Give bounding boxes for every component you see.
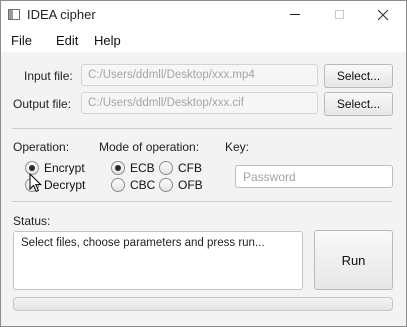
mode-label: Mode of operation: bbox=[99, 140, 200, 154]
menu-edit[interactable]: Edit bbox=[56, 33, 78, 48]
maximize-button[interactable] bbox=[317, 1, 361, 28]
output-file-field[interactable]: C:/Users/ddmll/Desktop/xxx.cif bbox=[81, 92, 318, 114]
title-bar: IDEA cipher bbox=[1, 1, 406, 28]
menu-file[interactable]: File bbox=[11, 33, 32, 48]
radio-ofb[interactable] bbox=[159, 178, 173, 192]
status-label: Status: bbox=[13, 214, 51, 228]
mouse-pointer-icon bbox=[29, 173, 43, 193]
radio-cbc[interactable] bbox=[111, 178, 125, 192]
app-window: IDEA cipher File Edit Help Input file: C… bbox=[0, 0, 407, 327]
operation-label: Operation: bbox=[13, 140, 70, 154]
separator bbox=[12, 201, 392, 202]
menu-bar: File Edit Help bbox=[1, 28, 406, 52]
separator bbox=[12, 128, 392, 129]
select-input-button[interactable]: Select... bbox=[324, 64, 393, 88]
radio-cfb[interactable] bbox=[159, 161, 173, 175]
minimize-icon bbox=[290, 14, 300, 15]
radio-ecb-label: ECB bbox=[130, 161, 155, 175]
input-file-field[interactable]: C:/Users/ddmll/Desktop/xxx.mp4 bbox=[81, 64, 318, 86]
menu-help[interactable]: Help bbox=[94, 33, 121, 48]
input-file-label: Input file: bbox=[24, 69, 73, 83]
radio-ecb[interactable] bbox=[111, 161, 125, 175]
close-button[interactable] bbox=[361, 1, 405, 28]
window-title: IDEA cipher bbox=[27, 7, 96, 22]
select-output-button[interactable]: Select... bbox=[324, 92, 393, 116]
radio-decrypt-label: Decrypt bbox=[44, 178, 86, 192]
password-field[interactable]: Password bbox=[235, 165, 393, 188]
status-text-area[interactable]: Select files, choose parameters and pres… bbox=[13, 231, 303, 290]
maximize-icon bbox=[334, 10, 344, 19]
radio-cfb-label: CFB bbox=[178, 161, 202, 175]
close-icon bbox=[377, 9, 389, 20]
radio-ofb-label: OFB bbox=[178, 178, 203, 192]
radio-cbc-label: CBC bbox=[130, 178, 156, 192]
app-window-icon bbox=[8, 9, 20, 20]
key-label: Key: bbox=[225, 140, 250, 154]
run-button[interactable]: Run bbox=[314, 230, 393, 290]
minimize-button[interactable] bbox=[273, 1, 317, 28]
radio-encrypt-label: Encrypt bbox=[44, 161, 85, 175]
progress-bar bbox=[13, 297, 393, 311]
output-file-label: Output file: bbox=[13, 97, 72, 111]
